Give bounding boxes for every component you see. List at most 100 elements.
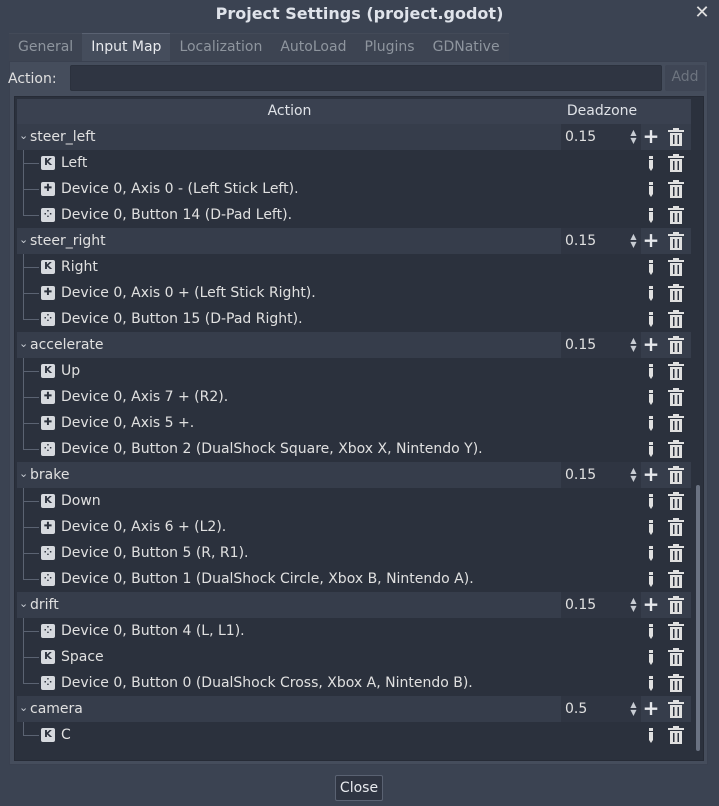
trash-icon[interactable] bbox=[668, 518, 684, 536]
trash-icon[interactable] bbox=[668, 180, 684, 198]
edit-icon[interactable] bbox=[647, 493, 655, 509]
event-row[interactable]: ⁘ Device 0, Button 1 (DualShock Circle, X… bbox=[17, 566, 691, 592]
event-row[interactable]: KC bbox=[17, 722, 691, 748]
deadzone-value[interactable]: 0.5 bbox=[565, 696, 587, 722]
edit-icon[interactable] bbox=[647, 675, 655, 691]
event-row[interactable]: ✚ Device 0, Axis 7 + (R2). bbox=[17, 384, 691, 410]
event-row[interactable]: K Left bbox=[17, 150, 691, 176]
event-row[interactable]: ✚ Device 0, Axis 6 + (L2). bbox=[17, 514, 691, 540]
spin-arrows-icon[interactable]: ▲ ▼ bbox=[629, 597, 638, 613]
deadzone-value[interactable]: 0.15 bbox=[565, 228, 596, 254]
tab-localization[interactable]: Localization bbox=[170, 33, 272, 61]
deadzone-spinbox[interactable]: 0.15 ▲ ▼ bbox=[561, 124, 641, 150]
edit-icon[interactable] bbox=[647, 623, 655, 639]
event-row[interactable]: ⁘ Device 0, Button 4 (L, L1). bbox=[17, 618, 691, 644]
edit-icon[interactable] bbox=[647, 207, 655, 223]
trash-icon[interactable] bbox=[668, 700, 684, 718]
add-event-button[interactable]: + bbox=[642, 464, 660, 485]
deadzone-value[interactable]: 0.15 bbox=[565, 462, 596, 488]
close-button[interactable]: Close bbox=[335, 775, 383, 801]
event-row[interactable]: ⁘ Device 0, Button 0 (DualShock Cross, Xb… bbox=[17, 670, 691, 696]
close-icon[interactable]: ✕ bbox=[693, 0, 711, 26]
add-event-button[interactable]: + bbox=[642, 126, 660, 147]
edit-icon[interactable] bbox=[647, 363, 655, 379]
chevron-down-icon[interactable]: ⌄ bbox=[19, 228, 29, 254]
trash-icon[interactable] bbox=[668, 674, 684, 692]
trash-icon[interactable] bbox=[668, 544, 684, 562]
edit-icon[interactable] bbox=[647, 259, 655, 275]
trash-icon[interactable] bbox=[668, 622, 684, 640]
event-row[interactable]: ⁘ Device 0, Button 5 (R, R1). bbox=[17, 540, 691, 566]
spin-arrows-icon[interactable]: ▲ ▼ bbox=[629, 233, 638, 249]
trash-icon[interactable] bbox=[668, 388, 684, 406]
edit-icon[interactable] bbox=[647, 545, 655, 561]
action-row-drift[interactable]: ⌄ drift 0.15 ▲ ▼ + bbox=[17, 592, 691, 618]
event-row[interactable]: ✚ Device 0, Axis 0 + (Left Stick Right). bbox=[17, 280, 691, 306]
event-row[interactable]: ⁘ Device 0, Button 15 (D-Pad Right). bbox=[17, 306, 691, 332]
edit-icon[interactable] bbox=[647, 155, 655, 171]
trash-icon[interactable] bbox=[668, 258, 684, 276]
event-row[interactable]: ⁘ Device 0, Button 2 (DualShock Square, X… bbox=[17, 436, 691, 462]
action-name-input[interactable] bbox=[70, 65, 662, 91]
add-event-button[interactable]: + bbox=[642, 230, 660, 251]
tab-plugins[interactable]: Plugins bbox=[355, 33, 424, 61]
trash-icon[interactable] bbox=[668, 596, 684, 614]
spin-arrows-icon[interactable]: ▲ ▼ bbox=[629, 337, 638, 353]
event-row[interactable]: ✚ Device 0, Axis 0 - (Left Stick Left). bbox=[17, 176, 691, 202]
add-event-button[interactable]: + bbox=[642, 594, 660, 615]
chevron-down-icon[interactable]: ⌄ bbox=[19, 462, 29, 488]
action-row-steer_right[interactable]: ⌄ steer_right 0.15 ▲ ▼ + bbox=[17, 228, 691, 254]
deadzone-spinbox[interactable]: 0.15 ▲ ▼ bbox=[561, 332, 641, 358]
edit-icon[interactable] bbox=[647, 441, 655, 457]
edit-icon[interactable] bbox=[647, 519, 655, 535]
spin-arrows-icon[interactable]: ▲ ▼ bbox=[629, 467, 638, 483]
add-event-button[interactable]: + bbox=[642, 334, 660, 355]
edit-icon[interactable] bbox=[647, 571, 655, 587]
tab-gdnative[interactable]: GDNative bbox=[423, 33, 509, 61]
tab-input-map[interactable]: Input Map bbox=[82, 33, 171, 61]
action-row-brake[interactable]: ⌄ brake 0.15 ▲ ▼ + bbox=[17, 462, 691, 488]
add-action-button[interactable]: Add bbox=[665, 65, 705, 91]
deadzone-spinbox[interactable]: 0.15 ▲ ▼ bbox=[561, 462, 641, 488]
action-row-steer_left[interactable]: ⌄ steer_left 0.15 ▲ ▼ + bbox=[17, 124, 691, 150]
spin-arrows-icon[interactable]: ▲ ▼ bbox=[629, 129, 638, 145]
event-row[interactable]: ⁘ Device 0, Button 14 (D-Pad Left). bbox=[17, 202, 691, 228]
trash-icon[interactable] bbox=[668, 206, 684, 224]
add-event-button[interactable]: + bbox=[642, 698, 660, 719]
scrollbar-thumb[interactable] bbox=[696, 485, 700, 751]
trash-icon[interactable] bbox=[668, 154, 684, 172]
deadzone-spinbox[interactable]: 0.5 ▲ ▼ bbox=[561, 696, 641, 722]
deadzone-value[interactable]: 0.15 bbox=[565, 124, 596, 150]
trash-icon[interactable] bbox=[668, 440, 684, 458]
trash-icon[interactable] bbox=[668, 648, 684, 666]
event-row[interactable]: K Down bbox=[17, 488, 691, 514]
deadzone-spinbox[interactable]: 0.15 ▲ ▼ bbox=[561, 592, 641, 618]
edit-icon[interactable] bbox=[647, 285, 655, 301]
chevron-down-icon[interactable]: ⌄ bbox=[19, 696, 29, 722]
trash-icon[interactable] bbox=[668, 414, 684, 432]
event-row[interactable]: ✚ Device 0, Axis 5 +. bbox=[17, 410, 691, 436]
trash-icon[interactable] bbox=[668, 570, 684, 588]
deadzone-spinbox[interactable]: 0.15 ▲ ▼ bbox=[561, 228, 641, 254]
edit-icon[interactable] bbox=[647, 649, 655, 665]
edit-icon[interactable] bbox=[647, 727, 655, 743]
action-row-camera[interactable]: ⌄ camera 0.5 ▲ ▼ + bbox=[17, 696, 691, 722]
trash-icon[interactable] bbox=[668, 310, 684, 328]
spin-arrows-icon[interactable]: ▲ ▼ bbox=[629, 701, 638, 717]
deadzone-value[interactable]: 0.15 bbox=[565, 332, 596, 358]
tab-autoload[interactable]: AutoLoad bbox=[271, 33, 356, 61]
trash-icon[interactable] bbox=[668, 128, 684, 146]
deadzone-value[interactable]: 0.15 bbox=[565, 592, 596, 618]
chevron-down-icon[interactable]: ⌄ bbox=[19, 332, 29, 358]
trash-icon[interactable] bbox=[668, 726, 684, 744]
trash-icon[interactable] bbox=[668, 284, 684, 302]
chevron-down-icon[interactable]: ⌄ bbox=[19, 592, 29, 618]
edit-icon[interactable] bbox=[647, 181, 655, 197]
event-row[interactable]: K Space bbox=[17, 644, 691, 670]
chevron-down-icon[interactable]: ⌄ bbox=[19, 124, 29, 150]
trash-icon[interactable] bbox=[668, 492, 684, 510]
edit-icon[interactable] bbox=[647, 389, 655, 405]
edit-icon[interactable] bbox=[647, 415, 655, 431]
trash-icon[interactable] bbox=[668, 336, 684, 354]
edit-icon[interactable] bbox=[647, 311, 655, 327]
